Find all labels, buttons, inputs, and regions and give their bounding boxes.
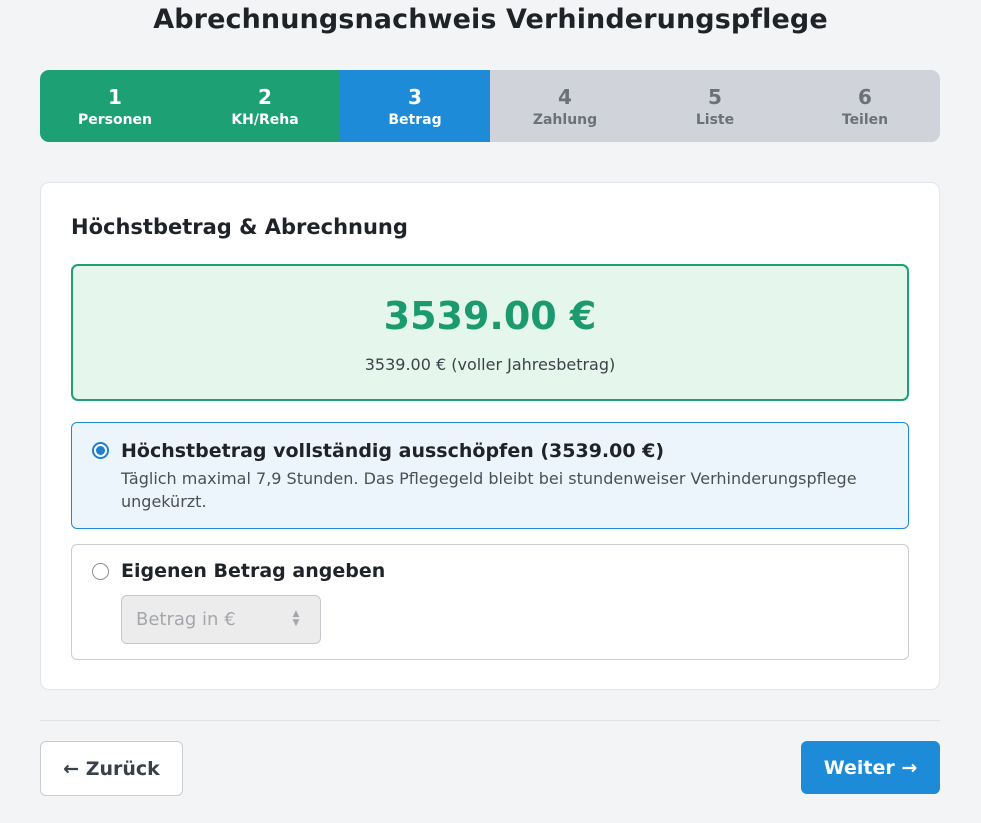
step-number: 1 bbox=[108, 84, 122, 109]
step-liste[interactable]: 5 Liste bbox=[640, 70, 790, 142]
max-amount-note: 3539.00 € (voller Jahresbetrag) bbox=[364, 355, 616, 374]
step-personen[interactable]: 1 Personen bbox=[40, 70, 190, 142]
step-teilen[interactable]: 6 Teilen bbox=[790, 70, 940, 142]
option-max-amount-radio[interactable] bbox=[92, 442, 109, 459]
amount-card: Höchstbetrag & Abrechnung 3539.00 € 3539… bbox=[40, 182, 940, 690]
step-number: 4 bbox=[558, 84, 572, 109]
step-label: Betrag bbox=[388, 111, 442, 128]
max-amount-summary: 3539.00 € 3539.00 € (voller Jahresbetrag… bbox=[71, 264, 909, 401]
step-label: Teilen bbox=[841, 111, 889, 128]
step-label: KH/Reha bbox=[231, 111, 299, 128]
step-label: Personen bbox=[77, 111, 153, 128]
option-custom-amount-title: Eigenen Betrag angeben bbox=[121, 560, 386, 582]
step-number: 3 bbox=[408, 84, 422, 109]
option-max-amount[interactable]: Höchstbetrag vollständig ausschöpfen (35… bbox=[71, 422, 909, 529]
footer-divider bbox=[40, 720, 940, 721]
step-label: Zahlung bbox=[532, 111, 598, 128]
option-max-amount-title: Höchstbetrag vollständig ausschöpfen (35… bbox=[121, 440, 665, 462]
step-betrag[interactable]: 3 Betrag bbox=[340, 70, 490, 142]
step-progress-bar: 1 Personen 2 KH/Reha 3 Betrag 4 Zahlung … bbox=[40, 70, 940, 142]
max-amount-value: 3539.00 € bbox=[383, 294, 597, 338]
next-button[interactable]: Weiter → bbox=[801, 741, 940, 794]
step-number: 6 bbox=[858, 84, 872, 109]
custom-amount-field[interactable]: ▲▼ bbox=[121, 595, 321, 644]
step-kh-reha[interactable]: 2 KH/Reha bbox=[190, 70, 340, 142]
card-title: Höchstbetrag & Abrechnung bbox=[71, 215, 408, 239]
step-zahlung[interactable]: 4 Zahlung bbox=[490, 70, 640, 142]
option-max-amount-description: Täglich maximal 7,9 Stunden. Das Pflegeg… bbox=[121, 469, 857, 511]
step-number: 5 bbox=[708, 84, 722, 109]
back-button[interactable]: ← Zurück bbox=[40, 741, 183, 796]
number-spinner-icon[interactable]: ▲ ▼ bbox=[290, 610, 302, 630]
page-title: Abrechnungsnachweis Verhinderungspflege bbox=[153, 4, 828, 35]
step-number: 2 bbox=[258, 84, 272, 109]
option-custom-amount-radio[interactable] bbox=[92, 563, 109, 580]
option-custom-amount[interactable]: Eigenen Betrag angeben ▲▼ bbox=[71, 544, 909, 660]
step-label: Liste bbox=[695, 111, 735, 128]
